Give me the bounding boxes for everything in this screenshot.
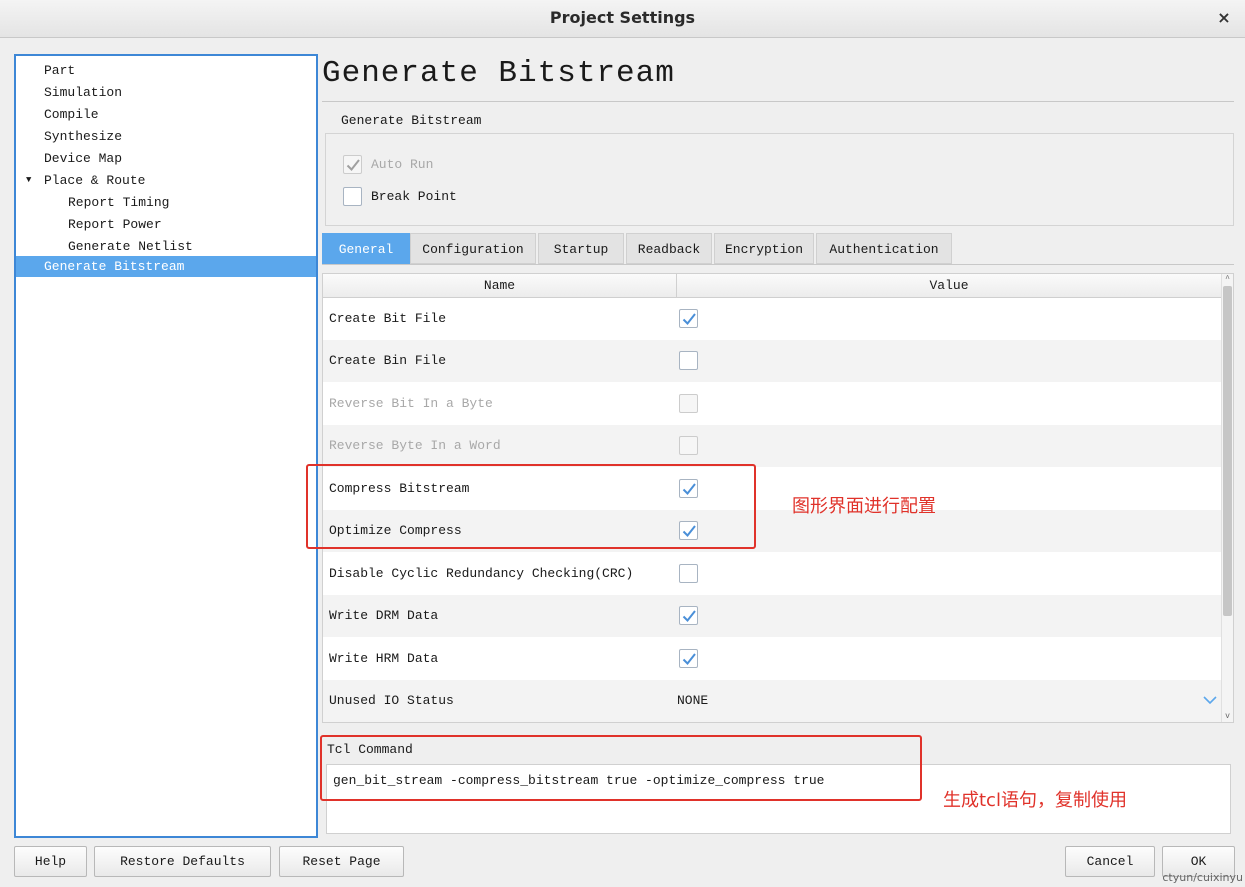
page-title: Generate Bitstream — [322, 56, 675, 91]
tab-encryption[interactable]: Encryption — [714, 233, 814, 264]
checkmark-icon — [346, 159, 360, 172]
tree-item-label: Part — [44, 63, 76, 78]
table-row: Disable Cyclic Redundancy Checking(CRC) — [323, 553, 1221, 595]
tree-item-label: Generate Bitstream — [44, 259, 185, 274]
annotation-box-gui — [306, 464, 756, 549]
disable-crc-checkbox[interactable] — [679, 564, 698, 583]
tab-general[interactable]: General — [322, 233, 410, 264]
annotation-tcl-note: 生成tcl语句，复制使用 — [943, 790, 1127, 811]
column-header-value[interactable]: Value — [677, 274, 1221, 298]
tree-item-generate-bitstream[interactable]: Generate Bitstream — [16, 256, 316, 277]
generate-bitstream-group: Auto Run Break Point — [325, 133, 1234, 226]
tree-item-label: Place & Route — [44, 173, 146, 188]
tree-item-label: Generate Netlist — [68, 239, 193, 254]
tree-item-compile[interactable]: Compile — [16, 104, 316, 125]
create-bit-file-checkbox[interactable] — [679, 309, 698, 328]
tree-item-label: Device Map — [44, 151, 123, 166]
reverse-byte-checkbox[interactable] — [679, 436, 698, 455]
cancel-button[interactable]: Cancel — [1065, 846, 1155, 877]
annotation-box-tcl — [320, 735, 922, 801]
write-hrm-checkbox[interactable] — [679, 649, 698, 668]
tree-item-label: Compile — [44, 107, 99, 122]
settings-tree: Part Simulation Compile Synthesize Devic… — [14, 54, 318, 838]
reverse-bit-checkbox[interactable] — [679, 394, 698, 413]
tab-startup[interactable]: Startup — [538, 233, 624, 264]
reset-page-button[interactable]: Reset Page — [279, 846, 404, 877]
break-point-checkbox[interactable] — [343, 187, 362, 206]
restore-defaults-button[interactable]: Restore Defaults — [94, 846, 271, 877]
row-name: Write HRM Data — [329, 651, 439, 666]
tab-readback[interactable]: Readback — [626, 233, 712, 264]
row-name: Create Bit File — [329, 311, 447, 326]
table-row: Unused IO Status NONE — [323, 680, 1221, 722]
row-name: Write DRM Data — [329, 608, 439, 623]
help-button[interactable]: Help — [14, 846, 87, 877]
table-scrollbar[interactable]: ^ v — [1221, 274, 1233, 722]
tree-item-place-route[interactable]: ▼ Place & Route — [16, 170, 316, 191]
credit-text: ctyun/cuixinyu — [1162, 871, 1243, 884]
auto-run-checkbox[interactable] — [343, 155, 362, 174]
checkmark-icon — [682, 610, 696, 623]
break-point-label: Break Point — [371, 189, 457, 204]
tree-item-synthesize[interactable]: Synthesize — [16, 126, 316, 147]
row-name: Reverse Bit In a Byte — [329, 396, 493, 411]
tab-authentication[interactable]: Authentication — [816, 233, 952, 264]
scrollbar-thumb[interactable] — [1223, 286, 1232, 616]
group-label: Generate Bitstream — [341, 113, 482, 128]
tree-item-generate-netlist[interactable]: Generate Netlist — [16, 236, 316, 257]
row-name: Create Bin File — [329, 353, 447, 368]
row-name: Disable Cyclic Redundancy Checking(CRC) — [329, 566, 634, 581]
tree-item-device-map[interactable]: Device Map — [16, 148, 316, 169]
title-divider — [322, 101, 1234, 102]
tree-item-label: Synthesize — [44, 129, 123, 144]
title-bar: Project Settings × — [0, 0, 1245, 38]
table-row: Create Bit File — [323, 298, 1221, 340]
expand-arrow-icon[interactable]: ▼ — [26, 170, 31, 191]
table-header: Name Value — [323, 274, 1221, 298]
tree-item-label: Report Power — [68, 217, 162, 232]
tab-divider — [322, 264, 1234, 265]
table-row: Write DRM Data — [323, 595, 1221, 637]
scroll-up-icon[interactable]: ^ — [1222, 274, 1233, 285]
checkmark-icon — [682, 653, 696, 666]
tree-item-report-timing[interactable]: Report Timing — [16, 192, 316, 213]
window-title: Project Settings — [549, 8, 696, 27]
close-icon[interactable]: × — [1213, 7, 1235, 29]
tree-item-label: Report Timing — [68, 195, 170, 210]
tree-item-simulation[interactable]: Simulation — [16, 82, 316, 103]
checkmark-icon — [682, 313, 696, 326]
chevron-down-icon[interactable] — [1203, 695, 1217, 705]
tab-configuration[interactable]: Configuration — [410, 233, 536, 264]
tree-item-report-power[interactable]: Report Power — [16, 214, 316, 235]
unused-io-status-select[interactable]: NONE — [677, 680, 708, 722]
create-bin-file-checkbox[interactable] — [679, 351, 698, 370]
table-row: Reverse Bit In a Byte — [323, 383, 1221, 425]
tree-item-label: Simulation — [44, 85, 123, 100]
column-header-name[interactable]: Name — [323, 274, 677, 298]
auto-run-label: Auto Run — [371, 157, 434, 172]
write-drm-checkbox[interactable] — [679, 606, 698, 625]
tree-item-part[interactable]: Part — [16, 60, 316, 81]
annotation-gui-config: 图形界面进行配置 — [792, 496, 936, 517]
table-row: Create Bin File — [323, 340, 1221, 382]
table-row: Reverse Byte In a Word — [323, 425, 1221, 467]
row-name: Unused IO Status — [329, 693, 454, 708]
table-row: Write HRM Data — [323, 638, 1221, 680]
row-name: Reverse Byte In a Word — [329, 438, 501, 453]
scroll-down-icon[interactable]: v — [1222, 711, 1233, 722]
